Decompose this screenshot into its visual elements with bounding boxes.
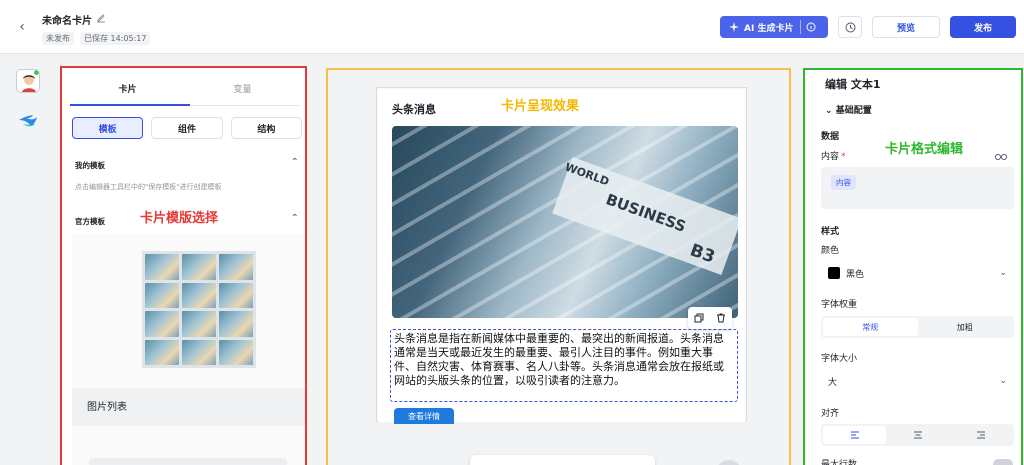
content-variable-tag[interactable]: 内容 <box>831 175 856 190</box>
content-label: 内容 * <box>821 149 846 162</box>
chevron-down-icon: ⌄ <box>999 376 1007 386</box>
content-label-text: 内容 <box>821 152 840 162</box>
online-dot <box>33 70 39 76</box>
official-templates-title: 官方模板 <box>75 217 105 226</box>
required-mark: * <box>841 152 846 162</box>
editor-title: 编辑 文本1 <box>825 78 881 91</box>
top-bar: ‹ 未命名卡片 未发布 已保存 14:05:17 AI 生成卡片 预览 发布 <box>0 0 1024 54</box>
content-input[interactable]: 内容 <box>821 167 1014 209</box>
back-arrow-icon[interactable]: ‹ <box>14 18 30 36</box>
align-left-option[interactable] <box>823 426 886 444</box>
element-toolbar <box>688 307 732 329</box>
template-card[interactable] <box>72 234 305 388</box>
template-panel: 卡片 变量 模板 组件 结构 我的模板 ⌃ 点击编辑器工具栏中的"保存模板"进行… <box>60 66 307 465</box>
card-title[interactable]: 未命名卡片 <box>42 12 92 27</box>
bird-logo-icon[interactable] <box>17 110 39 130</box>
max-lines-label: 最大行数 <box>821 460 858 465</box>
chevron-up-icon[interactable]: ⌃ <box>291 157 299 168</box>
segment-structure[interactable]: 结构 <box>230 117 302 139</box>
color-swatch <box>828 267 840 279</box>
font-size-value: 大 <box>828 377 838 388</box>
format-editor-panel: 编辑 文本1 ⌄ 基础配置 数据 内容 * 卡片格式编辑 内容 样式 颜色 黑色 … <box>803 68 1023 465</box>
weight-bold-option[interactable]: 加粗 <box>918 318 1013 336</box>
align-right-option[interactable] <box>949 426 1012 444</box>
chevron-up-icon[interactable]: ⌃ <box>291 213 299 224</box>
tab-card[interactable]: 卡片 <box>70 82 185 95</box>
weight-regular-option[interactable]: 常规 <box>823 318 918 336</box>
font-weight-label: 字体权重 <box>821 300 858 310</box>
align-right-icon <box>976 431 985 439</box>
template-card[interactable] <box>72 426 305 465</box>
unpublished-badge: 未发布 <box>42 32 74 45</box>
preview-button[interactable]: 预览 <box>872 16 940 38</box>
basic-config-label: 基础配置 <box>835 106 872 116</box>
font-weight-toggle: 常规 加粗 <box>821 316 1014 338</box>
chevron-down-icon: ⌄ <box>999 268 1007 278</box>
align-center-option[interactable] <box>886 426 949 444</box>
data-section-title: 数据 <box>821 132 840 142</box>
trash-icon[interactable] <box>716 313 726 323</box>
active-tab-indicator <box>70 104 190 106</box>
color-label: 颜色 <box>821 246 840 256</box>
segment-control: 模板 组件 结构 <box>72 117 302 139</box>
align-label: 对齐 <box>821 409 840 419</box>
align-toggle <box>821 424 1014 446</box>
align-left-icon <box>850 431 859 439</box>
floating-help-button[interactable] <box>716 460 742 465</box>
basic-config-section[interactable]: ⌄ 基础配置 <box>825 103 872 116</box>
copy-icon[interactable] <box>694 313 704 323</box>
newspaper-image[interactable]: WORLD BUSINESS B3 <box>392 126 738 318</box>
chevron-down-icon: ⌄ <box>825 106 833 116</box>
clock-icon <box>845 22 855 32</box>
card-preview[interactable]: 头条消息 WORLD BUSINESS B3 头条消息是指在新闻媒体中最重要的、… <box>378 89 745 424</box>
annotation-card-preview: 卡片呈现效果 <box>501 99 580 114</box>
color-value: 黑色 <box>846 269 865 280</box>
saved-time-badge: 已保存 14:05:17 <box>80 32 151 45</box>
annotation-format-edit: 卡片格式编辑 <box>885 142 964 157</box>
my-templates-hint: 点击编辑器工具栏中的"保存模板"进行创建模板 <box>75 183 222 191</box>
my-templates-title: 我的模板 <box>75 161 105 170</box>
card-action-button[interactable]: 查看详情 <box>394 408 454 424</box>
edit-icon[interactable] <box>95 12 107 24</box>
history-button[interactable] <box>838 16 862 38</box>
template-thumbnail <box>142 251 256 368</box>
panel-tabs: 卡片 变量 <box>70 76 300 106</box>
card-canvas: 头条消息 WORLD BUSINESS B3 头条消息是指在新闻媒体中最重要的、… <box>326 68 791 465</box>
status-meta: 未发布 已保存 14:05:17 <box>42 32 151 45</box>
font-size-label: 字体大小 <box>821 354 858 364</box>
avatar-app-icon[interactable] <box>16 69 40 93</box>
card-heading[interactable]: 头条消息 <box>392 101 436 117</box>
publish-button[interactable]: 发布 <box>950 16 1016 38</box>
divider <box>800 20 802 34</box>
link-icon[interactable] <box>995 152 1007 162</box>
align-center-icon <box>913 431 922 439</box>
segment-components[interactable]: 组件 <box>151 117 223 139</box>
zoom-toolbar[interactable] <box>470 455 655 465</box>
segment-templates[interactable]: 模板 <box>72 117 144 139</box>
tab-variables[interactable]: 变量 <box>185 82 300 95</box>
font-size-select[interactable]: 大 ⌄ <box>821 369 1014 393</box>
info-icon[interactable] <box>806 22 816 32</box>
color-select[interactable]: 黑色 ⌄ <box>821 261 1014 285</box>
style-section-title: 样式 <box>821 227 840 237</box>
ai-generate-card-button[interactable]: AI 生成卡片 <box>720 16 828 38</box>
annotation-template-select: 卡片模版选择 <box>140 211 219 226</box>
ai-button-label: AI 生成卡片 <box>744 23 794 34</box>
placeholder-bar <box>89 458 287 465</box>
sparkle-icon <box>729 22 739 32</box>
max-lines-switch[interactable] <box>993 459 1013 465</box>
card-body-text[interactable]: 头条消息是指在新闻媒体中最重要的、最突出的新闻报道。头条消息通常是当天或最近发生… <box>390 329 738 402</box>
template-name[interactable]: 图片列表 <box>72 388 305 426</box>
